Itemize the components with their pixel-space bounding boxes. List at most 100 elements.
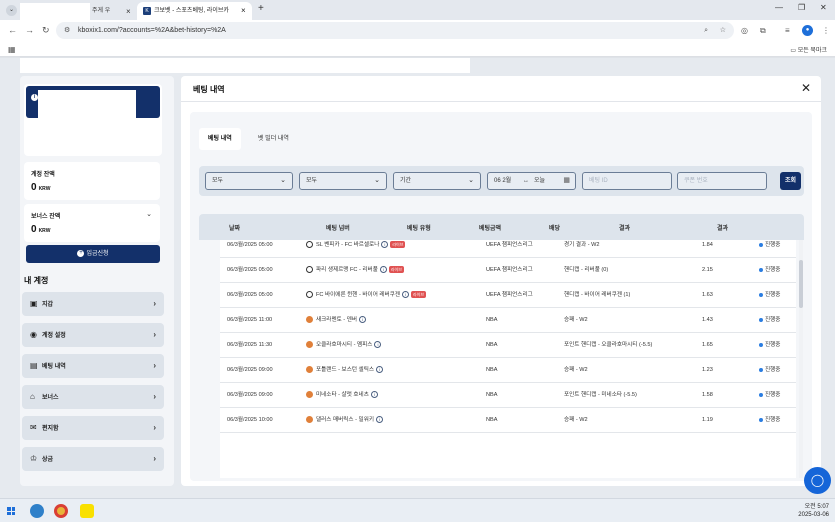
- address-toolbar: ← → ↻ ⚙ kboxix1.com/?accounts=%2A&bet-hi…: [0, 20, 835, 42]
- chevron-right-icon: ›: [153, 423, 156, 432]
- balance-unit: KRW: [38, 186, 51, 192]
- bonus-unit: KRW: [38, 228, 51, 234]
- close-icon[interactable]: ✕: [801, 81, 811, 95]
- chevron-down-icon[interactable]: ⌄: [146, 210, 152, 218]
- bonus-balance-card[interactable]: 보너스 잔액 ⌄ 0 KRW: [24, 204, 160, 242]
- new-tab-icon[interactable]: +: [258, 3, 264, 14]
- table-row[interactable]: 06/3월/2025 05:00 파리 생제르맹 FC - 리버풀 i 라이브 UEFA…: [220, 258, 796, 283]
- period-value: 기간: [400, 178, 412, 184]
- window-close-icon[interactable]: ✕: [820, 3, 827, 12]
- browser-tab-inactive[interactable]: 주게 우 ×: [20, 3, 137, 20]
- bet-id-input[interactable]: 베팅 ID: [582, 172, 672, 190]
- account-sidebar: i 계정 잔액 0 KRW 보너스 잔액 ⌄ 0 KRW + 입금신청 내 계정 ▣ 지…: [20, 76, 174, 486]
- table-row[interactable]: 06/3월/2025 05:00 SL 벤피카 - FC 바르셀로나 i 라이브 UEF…: [220, 233, 796, 258]
- windows-start-icon[interactable]: [7, 507, 15, 515]
- column-header: 베팅 유형: [407, 226, 431, 232]
- tab-search-icon[interactable]: ⌄: [6, 5, 17, 16]
- info-icon[interactable]: i: [379, 266, 387, 274]
- zoom-icon[interactable]: ⌕: [704, 22, 708, 39]
- kakaotalk-icon[interactable]: [80, 504, 94, 518]
- system-clock[interactable]: 오전 5:07 2025-03-06: [798, 503, 829, 519]
- tab1-close-icon[interactable]: ×: [126, 3, 131, 20]
- chevron-right-icon: ›: [153, 299, 156, 308]
- tab-bet-builder-history[interactable]: 벳 빌더 내역: [249, 128, 298, 150]
- table-row[interactable]: 06/3월/2025 09:00 미네소타 - 샬럿 호네츠 i NBA 포인트 핸디캡…: [220, 383, 796, 408]
- basketball-icon: [306, 391, 313, 399]
- event-name: 미네소타 - 샬럿 호네츠: [316, 392, 369, 398]
- chrome-browser-icon[interactable]: [54, 504, 68, 518]
- info-icon[interactable]: i: [359, 316, 366, 324]
- status-label: 진행중: [765, 292, 781, 298]
- sidebar-item-inbox[interactable]: ✉ 편지함 ›: [22, 416, 164, 440]
- restore-icon[interactable]: ❐: [798, 3, 805, 12]
- chevron-right-icon: ›: [153, 361, 156, 370]
- site-favicon-icon: K: [143, 7, 151, 15]
- media-icon[interactable]: ≡: [785, 26, 790, 35]
- minimize-icon[interactable]: —: [775, 3, 783, 12]
- scrollbar-thumb[interactable]: [799, 260, 803, 308]
- site-info-icon[interactable]: ⚙: [64, 22, 70, 39]
- bet-event: 미네소타 - 샬럿 호네츠 i: [306, 383, 378, 408]
- table-row[interactable]: 06/3월/2025 10:00 댈러스 매버릭스 - 밀워키 i NBA 승패 - W…: [220, 408, 796, 433]
- table-row[interactable]: 06/3월/2025 11:30 오클라호마시티 - 멤피스 i NBA 포인트 핸디캡…: [220, 333, 796, 358]
- bet-date: 06/3월/2025 05:00: [227, 242, 273, 248]
- apps-grid-icon[interactable]: ▦: [8, 45, 16, 54]
- info-icon[interactable]: i: [31, 94, 38, 101]
- tab2-close-icon[interactable]: ×: [241, 2, 246, 20]
- coupon-input[interactable]: 쿠폰 번호: [677, 172, 767, 190]
- bet-status: 진행중: [759, 258, 780, 283]
- extensions-puzzle-icon[interactable]: ⧉: [760, 26, 766, 36]
- bet-odds: 1.43: [702, 317, 713, 323]
- table-row[interactable]: 06/3월/2025 05:00 FC 바이에른 뮌헨 - 바이어 레버쿠젠 i 라이…: [220, 283, 796, 308]
- filter-select-1[interactable]: 모두 ⌄: [205, 172, 293, 190]
- profile-avatar-icon[interactable]: ●: [802, 25, 813, 36]
- table-row[interactable]: 06/3월/2025 11:00 새크라멘토 - 덴버 i NBA 승패 - W2 1.4…: [220, 308, 796, 333]
- info-icon[interactable]: i: [374, 341, 382, 349]
- date-range-picker[interactable]: 06 2월 ↔ 오늘 ▦: [487, 172, 576, 190]
- filter-select-2[interactable]: 모두 ⌄: [299, 172, 387, 190]
- all-bookmarks-link[interactable]: ▭ 모든 북마크: [790, 45, 827, 54]
- prize-icon: ♔: [30, 454, 38, 463]
- back-icon[interactable]: ←: [8, 25, 17, 35]
- search-button[interactable]: 조회: [780, 172, 801, 190]
- live-badge: 라이브: [390, 241, 406, 249]
- deposit-button[interactable]: + 입금신청: [26, 245, 160, 263]
- reload-icon[interactable]: ↻: [42, 25, 50, 36]
- user-settings-icon: ◉: [30, 330, 37, 339]
- info-icon[interactable]: i: [381, 241, 389, 249]
- sidebar-item-bonus[interactable]: ⌂ 보너스 ›: [22, 385, 164, 409]
- soccer-ball-icon: [306, 241, 313, 249]
- info-icon[interactable]: i: [370, 391, 378, 399]
- status-dot-icon: [759, 342, 763, 347]
- panel-header: 베팅 내역 ✕: [181, 76, 821, 102]
- info-icon[interactable]: i: [376, 366, 383, 374]
- edge-browser-icon[interactable]: [30, 504, 44, 518]
- table-row[interactable]: 06/3월/2025 09:00 포틀랜드 - 보스턴 셀틱스 i NBA 승패 - W…: [220, 358, 796, 383]
- period-select[interactable]: 기간 ⌄: [393, 172, 481, 190]
- table-scrollbar[interactable]: [799, 240, 803, 478]
- browser-menu-icon[interactable]: ⋮: [822, 26, 830, 35]
- bet-market: 핸디캡 - 바이어 레버쿠젠 (1): [564, 292, 631, 298]
- status-label: 진행중: [765, 392, 781, 398]
- balance-amount: 0: [31, 182, 37, 193]
- forward-icon[interactable]: →: [25, 25, 34, 35]
- chevron-right-icon: ›: [153, 330, 156, 339]
- sidebar-item-label: 상금: [42, 457, 54, 463]
- sidebar-item-wallet[interactable]: ▣ 지갑 ›: [22, 292, 164, 316]
- url-bar[interactable]: ⚙ kboxix1.com/?accounts=%2A&bet-history=…: [56, 22, 734, 39]
- sidebar-item-account-settings[interactable]: ◉ 계정 설정 ›: [22, 323, 164, 347]
- browser-tab-active[interactable]: K 크보벳 - 스포츠베팅, 라이브카 ×: [137, 2, 252, 20]
- bet-event: SL 벤피카 - FC 바르셀로나 i 라이브: [306, 233, 406, 258]
- tab-bet-history[interactable]: 베팅 내역: [199, 128, 241, 150]
- bookmark-star-icon[interactable]: ☆: [720, 22, 726, 39]
- redacted-profile: [38, 90, 136, 156]
- bet-date: 06/3월/2025 09:00: [227, 367, 273, 373]
- live-chat-button[interactable]: ◯: [804, 467, 831, 494]
- filter-bar: 모두 ⌄ 모두 ⌄ 기간 ⌄ 06 2월 ↔ 오늘 ▦ 베팅 ID 쿠폰 번호 …: [199, 166, 804, 196]
- sidebar-item-prize[interactable]: ♔ 상금 ›: [22, 447, 164, 471]
- info-icon[interactable]: i: [402, 291, 409, 299]
- sidebar-item-bet-history[interactable]: ▤ 베팅 내역 ›: [22, 354, 164, 378]
- extension-icon[interactable]: ◎: [741, 26, 748, 35]
- event-name: 파리 생제르맹 FC - 리버풀: [316, 267, 378, 273]
- info-icon[interactable]: i: [376, 416, 383, 424]
